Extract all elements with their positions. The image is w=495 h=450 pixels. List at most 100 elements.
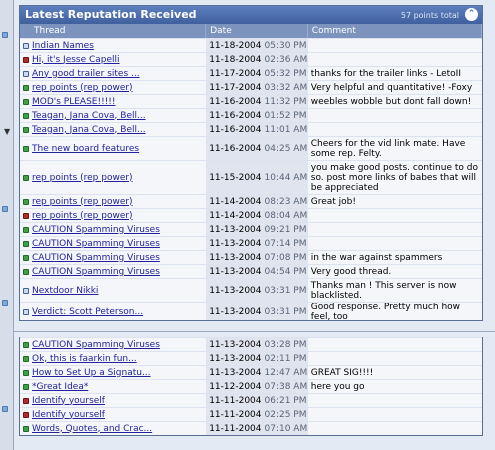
date-value: 11-13-2004 bbox=[209, 238, 262, 249]
positive-rep-icon bbox=[23, 126, 29, 133]
time-value: 04:54 PM bbox=[264, 266, 307, 277]
comment-cell: in the war against spammers bbox=[307, 251, 482, 264]
thread-cell: *Great Idea* bbox=[20, 380, 207, 393]
collapse-icon[interactable]: ⌃ bbox=[465, 8, 478, 21]
column-header-date[interactable]: Date bbox=[206, 24, 308, 38]
panel-titlebar: Latest Reputation Received 57 points tot… bbox=[20, 6, 482, 24]
thread-link[interactable]: Words, Quotes, and Crac... bbox=[32, 424, 152, 434]
date-value: 11-13-2004 bbox=[209, 353, 262, 364]
comment-cell: Great job! bbox=[307, 195, 482, 208]
time-value: 11:32 PM bbox=[264, 96, 307, 107]
table-row: CAUTION Spamming Viruses 11-13-2004 07:08 … bbox=[20, 250, 482, 264]
time-value: 03:28 PM bbox=[264, 339, 307, 350]
column-header-comment[interactable]: Comment bbox=[308, 24, 482, 38]
thread-link[interactable]: Identify yourself bbox=[32, 396, 105, 406]
date-cell: 11-13-2004 03:31 PM bbox=[206, 303, 308, 320]
reputation-table-top: Indian Names 11-18-2004 05:30 PM Hi, it's J… bbox=[20, 38, 482, 320]
comment-cell bbox=[307, 408, 482, 421]
thread-link[interactable]: CAUTION Spamming Viruses bbox=[32, 239, 160, 249]
table-row: Identify yourself 11-11-2004 02:25 PM bbox=[20, 407, 482, 421]
comment-cell: Cheers for the vid link mate. Have some … bbox=[307, 137, 482, 160]
date-cell: 11-13-2004 04:54 PM bbox=[206, 265, 308, 278]
time-value: 10:44 AM bbox=[264, 172, 308, 183]
date-cell: 11-15-2004 10:44 AM bbox=[206, 161, 308, 194]
date-cell: 11-11-2004 02:25 PM bbox=[206, 408, 308, 421]
time-value: 03:32 AM bbox=[264, 82, 308, 93]
negative-rep-icon bbox=[23, 411, 29, 418]
thread-link[interactable]: Identify yourself bbox=[32, 410, 105, 420]
date-cell: 11-17-2004 05:32 PM bbox=[206, 67, 308, 80]
time-value: 02:36 AM bbox=[264, 54, 308, 65]
thread-cell: MOD's PLEASE!!!!! bbox=[20, 95, 207, 108]
time-value: 01:52 PM bbox=[264, 110, 307, 121]
thread-link[interactable]: Teagan, Jana Cova, Bell... bbox=[32, 125, 146, 135]
table-row: Teagan, Jana Cova, Bell... 11-16-2004 01:5… bbox=[20, 108, 482, 122]
thread-link[interactable]: CAUTION Spamming Viruses bbox=[32, 340, 160, 350]
time-value: 02:25 PM bbox=[264, 409, 307, 420]
table-row: Verdict: Scott Peterson... 11-13-2004 03:3… bbox=[20, 302, 482, 320]
thread-link[interactable]: MOD's PLEASE!!!!! bbox=[32, 97, 116, 107]
sidebar-marker-icon bbox=[2, 206, 8, 212]
time-value: 03:31 PM bbox=[264, 285, 307, 296]
column-header-thread[interactable]: Thread bbox=[20, 24, 207, 38]
comment-cell bbox=[307, 422, 482, 435]
comment-cell bbox=[307, 109, 482, 122]
date-value: 11-16-2004 bbox=[209, 143, 262, 154]
positive-rep-icon bbox=[23, 112, 29, 119]
date-value: 11-13-2004 bbox=[209, 266, 262, 277]
thread-cell: Any good trailer sites ... bbox=[20, 67, 207, 80]
thread-link[interactable]: Nextdoor Nikki bbox=[32, 286, 98, 296]
table-row: Hi, it's Jesse Capelli 11-18-2004 02:36 AM bbox=[20, 52, 482, 66]
positive-rep-icon bbox=[23, 369, 29, 376]
thread-link[interactable]: *Great Idea* bbox=[32, 382, 88, 392]
thread-link[interactable]: CAUTION Spamming Viruses bbox=[32, 267, 160, 277]
date-value: 11-16-2004 bbox=[209, 110, 262, 121]
thread-cell: Verdict: Scott Peterson... bbox=[20, 303, 207, 320]
thread-link[interactable]: Any good trailer sites ... bbox=[32, 69, 140, 79]
comment-cell: here you go bbox=[307, 380, 482, 393]
date-value: 11-18-2004 bbox=[209, 54, 262, 65]
date-cell: 11-16-2004 01:52 PM bbox=[206, 109, 308, 122]
thread-cell: Identify yourself bbox=[20, 394, 207, 407]
thread-link[interactable]: Ok, this is faarkin fun... bbox=[32, 354, 137, 364]
thread-cell: Hi, it's Jesse Capelli bbox=[20, 53, 207, 66]
comment-cell: Thanks man ! This server is now blacklis… bbox=[307, 279, 482, 302]
positive-rep-icon bbox=[23, 84, 29, 91]
thread-link[interactable]: rep points (rep power) bbox=[32, 83, 133, 93]
sidebar-arrow-icon[interactable]: ▼ bbox=[4, 127, 10, 136]
comment-cell: Very helpful and quantitative! -Foxy bbox=[307, 81, 482, 94]
sidebar-marker-icon bbox=[2, 32, 8, 38]
thread-cell: The new board features bbox=[20, 137, 207, 160]
date-value: 11-11-2004 bbox=[209, 423, 262, 434]
comment-cell: Good response. Pretty much how feel, too bbox=[307, 303, 482, 320]
thread-link[interactable]: Verdict: Scott Peterson... bbox=[32, 307, 143, 317]
thread-link[interactable]: CAUTION Spamming Viruses bbox=[32, 253, 160, 263]
thread-link[interactable]: Hi, it's Jesse Capelli bbox=[32, 55, 120, 65]
time-value: 03:31 PM bbox=[264, 306, 307, 317]
thread-link[interactable]: Indian Names bbox=[32, 41, 94, 51]
thread-link[interactable]: CAUTION Spamming Viruses bbox=[32, 225, 160, 235]
thread-link[interactable]: How to Set Up a Signatu... bbox=[32, 368, 151, 378]
table-row: Identify yourself 11-11-2004 06:21 PM bbox=[20, 393, 482, 407]
thread-link[interactable]: rep points (rep power) bbox=[32, 211, 133, 221]
thread-link[interactable]: The new board features bbox=[32, 144, 139, 154]
thread-cell: CAUTION Spamming Viruses bbox=[20, 251, 207, 264]
thread-link[interactable]: Teagan, Jana Cova, Bell... bbox=[32, 111, 146, 121]
comment-cell bbox=[307, 237, 482, 250]
negative-rep-icon bbox=[23, 212, 29, 219]
negative-rep-icon bbox=[23, 56, 29, 63]
comment-cell: weebles wobble but dont fall down! bbox=[307, 95, 482, 108]
date-value: 11-13-2004 bbox=[209, 367, 262, 378]
thread-cell: rep points (rep power) bbox=[20, 195, 207, 208]
thread-cell: Teagan, Jana Cova, Bell... bbox=[20, 123, 207, 136]
thread-cell: How to Set Up a Signatu... bbox=[20, 366, 207, 379]
date-value: 11-13-2004 bbox=[209, 224, 262, 235]
time-value: 07:10 AM bbox=[264, 423, 308, 434]
date-cell: 11-12-2004 07:38 AM bbox=[206, 380, 308, 393]
positive-rep-icon bbox=[23, 98, 29, 105]
table-row: CAUTION Spamming Viruses 11-13-2004 09:21 … bbox=[20, 222, 482, 236]
neutral-rep-icon bbox=[23, 42, 29, 49]
date-cell: 11-13-2004 09:21 PM bbox=[206, 223, 308, 236]
thread-link[interactable]: rep points (rep power) bbox=[32, 173, 133, 183]
thread-link[interactable]: rep points (rep power) bbox=[32, 197, 133, 207]
